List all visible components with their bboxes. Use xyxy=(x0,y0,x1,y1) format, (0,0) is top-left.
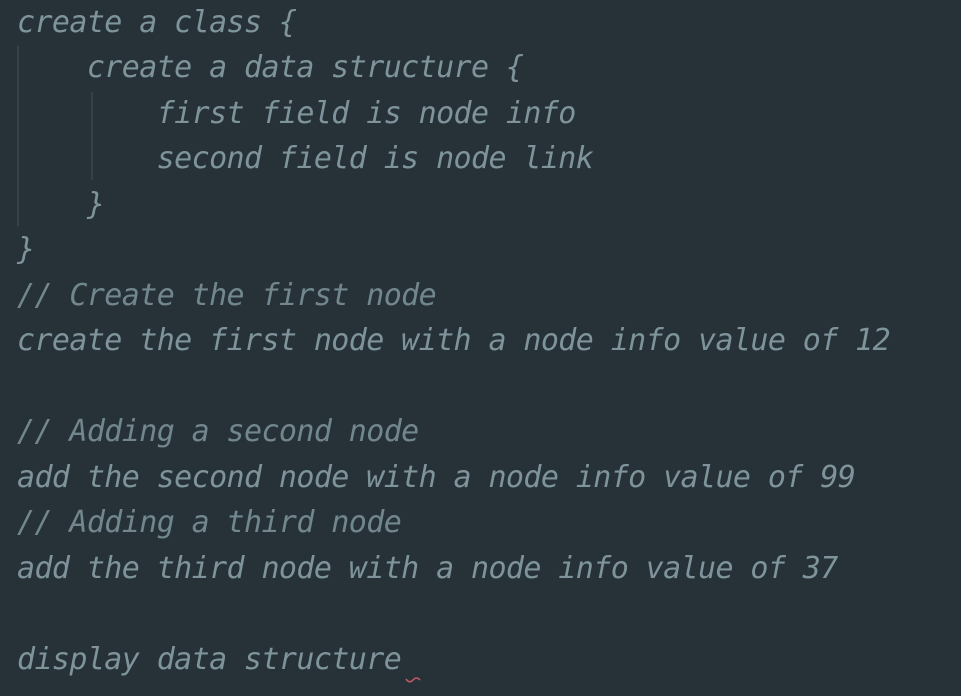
code-line-7: // Create the first node xyxy=(17,278,437,313)
code-line-1: create a class { xyxy=(17,5,297,40)
code-line-12: // Adding a third node xyxy=(17,505,402,540)
code-line-2: create a data structure { xyxy=(17,50,524,85)
spellcheck-squiggle xyxy=(405,677,421,683)
code-line-8: create the first node with a node info v… xyxy=(17,323,891,358)
code-editor[interactable]: create a class { create a data structure… xyxy=(0,0,961,696)
code-line-11: add the second node with a node info val… xyxy=(17,460,856,495)
code-line-13: add the third node with a node info valu… xyxy=(17,551,838,586)
code-line-3: first field is node info xyxy=(17,96,577,131)
code-line-5: } xyxy=(17,187,105,222)
code-line-4: second field is node link xyxy=(17,141,594,176)
code-line-15: display data structure xyxy=(17,642,402,677)
code-line-6: } xyxy=(17,232,35,267)
code-line-10: // Adding a second node xyxy=(17,414,419,449)
